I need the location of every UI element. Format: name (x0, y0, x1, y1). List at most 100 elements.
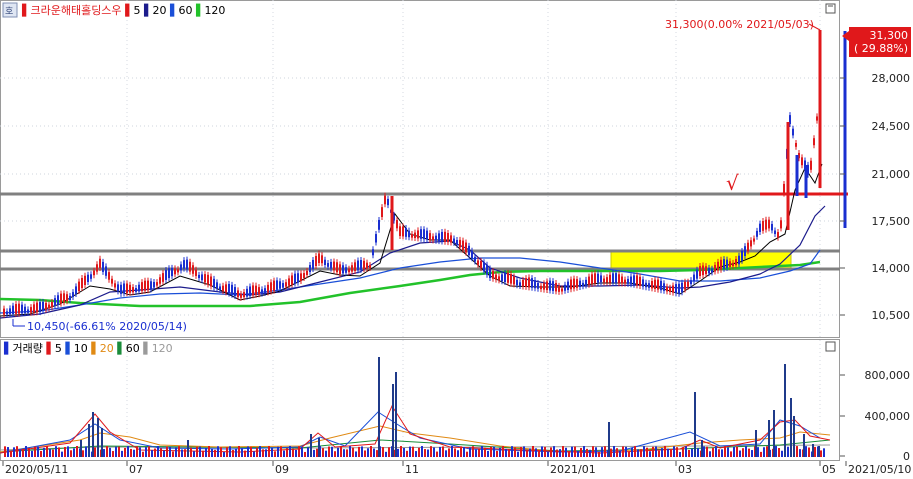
volume-bar (496, 450, 498, 457)
candle-body (144, 280, 146, 291)
candle-body (765, 219, 767, 230)
candle-body (513, 276, 515, 285)
candle-body (777, 232, 779, 238)
price-tick-label: 17,500 (872, 215, 911, 228)
candle-body (258, 287, 260, 295)
candle-body (582, 282, 584, 287)
volume-title: 거래량 (12, 342, 42, 355)
x-tick-label: 09 (275, 463, 289, 476)
volume-bar (181, 449, 183, 457)
volume-bar (508, 449, 510, 457)
volume-bar (328, 446, 330, 457)
volume-bar (523, 446, 525, 457)
volume-bar (658, 450, 660, 457)
candle-body (516, 279, 518, 286)
volume-bar (688, 449, 690, 457)
candle-body (420, 229, 422, 239)
price-tick-label: 21,000 (872, 168, 911, 181)
volume-bar (577, 450, 579, 457)
candle-body (162, 273, 164, 282)
volume-bar (124, 447, 126, 457)
candle-body (309, 265, 311, 272)
volume-bar (472, 446, 474, 457)
candle-body (303, 273, 305, 278)
candle-body (138, 284, 140, 292)
candle-body (504, 272, 506, 282)
candle-body (465, 242, 467, 253)
candle-body (357, 260, 359, 271)
candle-body (639, 276, 641, 286)
volume-bar (655, 446, 657, 457)
volume-bar (781, 450, 783, 457)
volume-spike-bar (97, 418, 99, 457)
volume-bar (397, 448, 399, 457)
volume-bar (592, 446, 594, 457)
candle-body (489, 268, 491, 278)
volume-bar (256, 447, 258, 457)
price-expand-icon[interactable] (825, 3, 836, 14)
candle-body (132, 287, 134, 293)
candle-body (153, 281, 155, 288)
volume-bar (427, 449, 429, 457)
candle-body (51, 301, 53, 308)
volume-bar (502, 446, 504, 457)
volume-bar (4, 446, 6, 457)
candle-body (618, 274, 620, 284)
candle-body (684, 281, 686, 290)
candle-body (216, 282, 218, 289)
candle-body (39, 302, 41, 312)
volume-spike-bar (768, 420, 770, 457)
candle-body (135, 288, 137, 292)
volume-bar (376, 450, 378, 457)
candle-body (759, 223, 761, 232)
volume-spike-bar (88, 424, 90, 457)
candle-body (117, 284, 119, 292)
volume-bar (514, 447, 516, 457)
candle-body (558, 285, 560, 292)
volume-bar (361, 446, 363, 457)
volume-bar (37, 446, 39, 457)
volume-bar (451, 446, 453, 457)
volume-bar (154, 448, 156, 457)
x-tick-label: 03 (678, 463, 692, 476)
volume-bar (664, 446, 666, 457)
volume-bar (139, 447, 141, 457)
candle-body (552, 281, 554, 291)
volume-bar (583, 446, 585, 457)
volume-bar (787, 446, 789, 457)
volume-bar (499, 447, 501, 457)
volume-bar (742, 448, 744, 457)
candle-body (804, 165, 808, 198)
volume-bar (517, 451, 519, 457)
high-annotation: 31,300(0.00% 2021/05/03) (665, 18, 814, 31)
candle-body (606, 277, 608, 283)
candle-body (471, 250, 473, 259)
volume-spike-bar (701, 440, 703, 457)
volume-spike-bar (378, 357, 380, 457)
volume-bar (283, 450, 285, 457)
candle-body (399, 226, 401, 236)
candle-body (306, 270, 308, 275)
candle-body (660, 280, 662, 291)
volume-bar (184, 449, 186, 457)
candle-body (507, 272, 509, 283)
volume-bar (355, 451, 357, 457)
volume-bar (460, 446, 462, 457)
candle-body (534, 280, 536, 289)
volume-bar (34, 446, 36, 457)
volume-bar (736, 446, 738, 457)
volume-bar (553, 446, 555, 457)
candle-body (426, 230, 428, 240)
candle-body (252, 285, 254, 296)
volume-bar (634, 446, 636, 457)
candle-body (627, 278, 629, 284)
candle-body (57, 295, 59, 305)
volume-bar (544, 446, 546, 457)
volume-bar (43, 447, 45, 457)
volume-bar (532, 446, 534, 457)
volume-expand-icon[interactable] (825, 341, 836, 352)
volume-bar (541, 446, 543, 457)
volume-bar (172, 451, 174, 457)
volume-bar (613, 446, 615, 457)
candle-body (267, 284, 269, 293)
